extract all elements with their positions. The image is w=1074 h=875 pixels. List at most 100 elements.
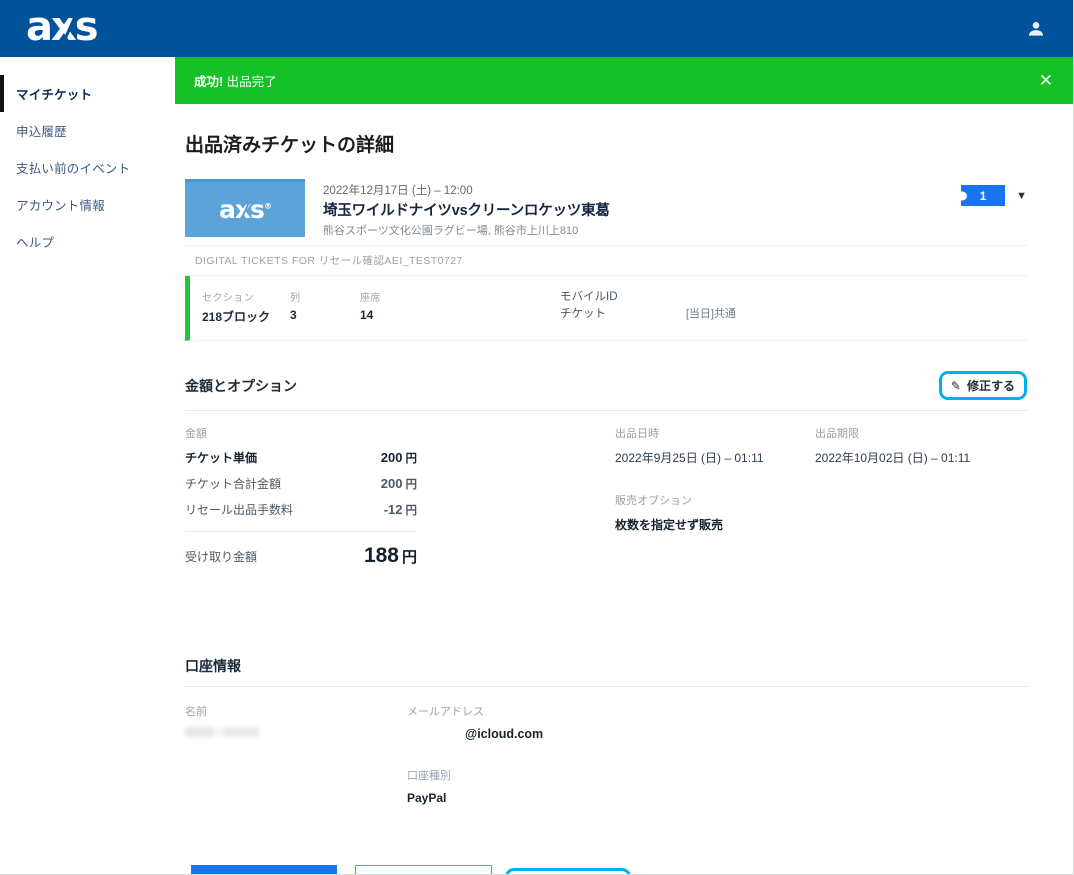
price-row-name: チケット単価 (185, 451, 258, 465)
success-banner-message: 出品完了 (226, 75, 277, 89)
event-name: 埼玉ワイルドナイツvsクリーンロケッツ東葛 (323, 203, 610, 219)
close-icon[interactable]: ✕ (1039, 72, 1053, 89)
seat-section-label: セクション (202, 293, 254, 304)
success-banner-strong: 成功! (194, 75, 224, 89)
sidebar-item-order-history[interactable]: 申込履歴 (0, 112, 175, 149)
seat-number-label: 座席 (360, 293, 381, 304)
price-row-amount: -12 円 (355, 502, 417, 518)
event-thumbnail: axs® (185, 179, 305, 237)
sales-option-label: 販売オプション (615, 495, 692, 507)
event-date: 2022年12月17日 (土) – 12:00 (323, 185, 473, 197)
seat-number: 座席 14 (360, 289, 560, 322)
price-row-name: リセール出品手数料 (185, 503, 294, 517)
account-email-label: メールアドレス (407, 706, 484, 718)
ticket-quantity-badge: 1 (961, 185, 1006, 206)
payout-label: 受け取り金額 (185, 549, 258, 564)
listed-at-column: 出品日時 2022年9月25日 (日) – 01:11 販売オプション 枚数を指… (615, 425, 815, 568)
amount-column: 金額 チケット単価 200 円 チケット合計金額 200 円 リセール出品手数料… (185, 425, 615, 568)
sidebar-item-label: マイチケット (16, 88, 93, 102)
listed-at-label: 出品日時 (615, 428, 659, 440)
price-row-amount: 200 円 (355, 476, 417, 492)
account-name-field: 名前 (185, 703, 407, 805)
amount-label: 金額 (185, 428, 207, 440)
ticket-quantity-value: 1 (979, 188, 987, 203)
listed-at-value: 2022年9月25日 (日) – 01:11 (615, 451, 764, 465)
price-options-header: 金額とオプション ✎ 修正する (185, 371, 1027, 410)
account-info-header: 口座情報 (185, 656, 1027, 686)
price-row-name: チケット合計金額 (185, 477, 282, 491)
price-row: リセール出品手数料 -12 円 (185, 501, 615, 518)
account-name-label: 名前 (185, 706, 207, 718)
price-row-unit: 円 (405, 505, 418, 517)
account-type-value: PayPal (407, 791, 447, 805)
event-quantity-control[interactable]: 1 ▼ (961, 179, 1027, 206)
price-row-value: 200 (380, 476, 403, 491)
event-card: axs® 2022年12月17日 (土) – 12:00 埼玉ワイルドナイツvs… (185, 179, 1027, 341)
withdraw-listing-button[interactable]: 🗑 出品を取下げる (505, 868, 632, 874)
save-button[interactable]: 保存する (191, 865, 337, 874)
sidebar-item-label: 申込履歴 (16, 125, 67, 139)
price-row: チケット合計金額 200 円 (185, 475, 615, 492)
sidebar-item-label: 支払い前のイベント (16, 162, 131, 176)
chevron-down-icon[interactable]: ▼ (1016, 190, 1027, 202)
account-info-section: 口座情報 名前 メールアドレス @icloud.com 口座種別 PayPal (185, 656, 1027, 805)
sidebar-item-help[interactable]: ヘルプ (0, 223, 175, 260)
success-banner-text: 成功! 出品完了 (194, 71, 277, 90)
page-title: 出品済みチケットの詳細 (185, 135, 395, 156)
payout-value: 188 (363, 544, 399, 567)
page-root: axs マイチケット 申込履歴 支払い前のイベント アカウント情報 ヘルプ 成功… (0, 0, 1074, 875)
app-header: axs (0, 0, 1073, 57)
cancel-button[interactable]: キャンセルする (355, 865, 492, 874)
price-row-unit: 円 (405, 453, 418, 465)
account-contact-fields: メールアドレス @icloud.com 口座種別 PayPal (407, 703, 1027, 805)
account-name-redacted-value (185, 727, 259, 737)
event-venue: 熊谷スポーツ文化公園ラグビー場, 熊谷市上川上810 (323, 225, 579, 237)
edit-button-label: 修正する (966, 379, 1015, 393)
price-row: チケット単価 200 円 (185, 449, 615, 466)
seat-delivery-method: モバイルIDチケット (560, 291, 618, 321)
price-divider (185, 531, 417, 532)
price-row-value: 200 (380, 450, 403, 465)
seat-row-label: 列 (290, 293, 301, 304)
sidebar-item-unpaid-events[interactable]: 支払い前のイベント (0, 149, 175, 186)
seat-section: セクション 218ブロック (202, 289, 290, 325)
event-card-header: axs® 2022年12月17日 (土) – 12:00 埼玉ワイルドナイツvs… (185, 179, 1027, 238)
account-type-label: 口座種別 (407, 770, 451, 782)
account-info-title: 口座情報 (185, 658, 241, 674)
axs-logo[interactable]: axs (26, 7, 99, 48)
price-row-amount: 200 円 (355, 450, 417, 466)
payout-row: 受け取り金額 188 円 (185, 544, 615, 568)
sales-option-value: 枚数を指定せず販売 (615, 518, 724, 532)
price-row-unit: 円 (405, 479, 418, 491)
action-buttons: 保存する キャンセルする 🗑 出品を取下げる (185, 865, 1027, 874)
sidebar-item-label: アカウント情報 (16, 199, 105, 213)
digital-tickets-label: DIGITAL TICKETS FOR リセール確認AEI_TEST0727 (185, 245, 1027, 276)
account-email-value: @icloud.com (465, 727, 544, 741)
account-info-columns: 名前 メールアドレス @icloud.com 口座種別 PayPal (185, 687, 1027, 805)
user-icon[interactable] (1023, 16, 1049, 42)
seat-number-value: 14 (360, 308, 374, 322)
sidebar-item-account-info[interactable]: アカウント情報 (0, 186, 175, 223)
price-options-columns: 金額 チケット単価 200 円 チケット合計金額 200 円 リセール出品手数料… (185, 411, 1027, 568)
thumbnail-axs-logo: axs® (219, 195, 272, 224)
price-options-section: 金額とオプション ✎ 修正する 金額 チケット単価 200 円 チケット合計金額… (185, 371, 1027, 568)
seat-section-value: 218ブロック (202, 310, 271, 324)
event-meta: 2022年12月17日 (土) – 12:00 埼玉ワイルドナイツvsクリーンロ… (305, 179, 961, 238)
sidebar-item-my-tickets[interactable]: マイチケット (0, 75, 175, 112)
success-banner: 成功! 出品完了 ✕ (175, 57, 1073, 104)
expires-column: 出品期限 2022年10月02日 (日) – 01:11 (815, 425, 1027, 568)
seat-row-value: 3 (290, 308, 297, 322)
seat-row-number: 列 3 (290, 289, 360, 322)
pencil-icon: ✎ (950, 378, 961, 393)
seat-row: セクション 218ブロック 列 3 座席 14 モバイルIDチケット [当日]共… (185, 276, 1027, 341)
payout-amount: 188 円 (355, 544, 417, 568)
price-options-title: 金額とオプション (185, 377, 297, 394)
payout-unit: 円 (401, 549, 417, 566)
price-row-value: -12 (383, 502, 403, 517)
seat-note: [当日]共通 (685, 308, 736, 320)
expires-value: 2022年10月02日 (日) – 01:11 (815, 451, 971, 465)
expires-label: 出品期限 (815, 428, 859, 440)
edit-button[interactable]: ✎ 修正する (938, 371, 1027, 400)
